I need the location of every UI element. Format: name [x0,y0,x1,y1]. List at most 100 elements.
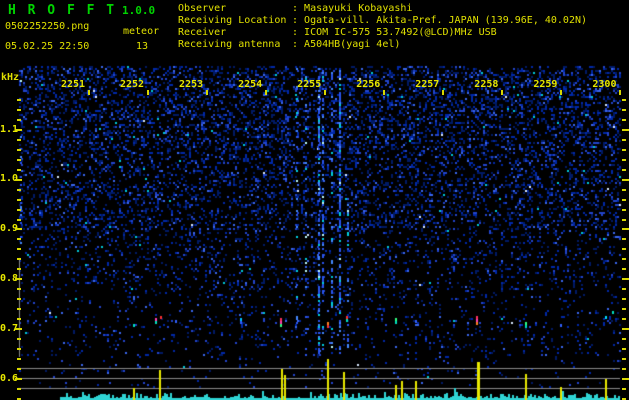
time-minute-tick [383,90,386,95]
info-label: Receiving antenna [178,39,281,50]
freq-tick-right [622,397,626,400]
freq-tick-right [622,338,626,341]
freq-tick-left [17,208,21,211]
info-value: A504HB(yagi 4el) [304,39,401,50]
freq-tick-left [17,348,21,350]
freq-tick-right [622,268,626,271]
freq-tick-left [15,228,22,231]
info-separator: : [292,27,305,38]
freq-tick-left [17,138,21,141]
freq-tick-right [622,357,626,360]
freq-label: 0.6 [0,372,19,384]
freq-unit-label: kHz [1,72,20,83]
freq-tick-right [622,168,626,171]
meteor-count: 13 [136,41,149,52]
freq-tick-right [622,138,626,141]
freq-tick-left [17,108,21,111]
freq-tick-left [17,288,21,291]
freq-tick-left [17,397,21,400]
station-info-row: Receiving antenna: A504HB(yagi 4el) [178,39,587,51]
time-minute-tick [619,90,622,95]
freq-tick-right [622,238,626,241]
datetime: 05.02.25 22:50 [5,41,90,52]
freq-tick-left [17,308,21,311]
station-info-row: Receiving Location: Ogata-vill. Akita-Pr… [178,15,587,27]
time-minute-tick [560,90,563,95]
freq-tick-right [622,258,626,261]
freq-tick-right [622,377,629,380]
freq-tick-left [17,168,21,171]
freq-tick-right [622,198,626,201]
freq-tick-right [622,218,626,221]
info-value: Masayuki Kobayashi [304,3,413,14]
info-separator: : [292,39,305,50]
freq-tick-right [622,328,629,331]
freq-tick-left [17,248,21,251]
freq-tick-right [622,99,626,101]
freq-tick-right [622,208,626,211]
filename: 0502252250.png [5,21,90,32]
freq-tick-left [17,188,21,191]
time-label: 2259 [533,79,558,90]
freq-tick-right [622,288,626,291]
hrofft-window: H R O F F T 1.0.0 0502252250.png meteor … [0,0,629,400]
freq-tick-right [622,348,626,350]
freq-tick-left [17,218,21,221]
freq-tick-left [15,278,22,281]
freq-tick-left [15,178,22,181]
time-minute-tick [501,90,504,95]
freq-tick-left [17,338,21,341]
freq-tick-left [15,128,22,131]
time-minute-tick [265,90,268,95]
freq-tick-right [622,248,626,251]
freq-tick-right [622,387,626,390]
freq-label: 1.1 [0,123,19,135]
time-minute-tick [442,90,445,95]
freq-tick-right [622,367,626,370]
freq-tick-left [17,367,21,370]
freq-tick-left [17,158,21,161]
time-label: 2257 [415,79,440,90]
freq-tick-right [622,228,629,231]
app-title: H R O F F T [8,3,117,18]
freq-tick-left [17,258,21,261]
freq-tick-left [17,99,21,101]
freq-label: 0.9 [0,223,19,235]
time-label: 2252 [120,79,145,90]
info-label: Receiving Location [178,15,287,26]
freq-tick-right [622,108,626,111]
station-info: Observer: Masayuki Kobayashi Receiving Lo… [178,3,587,51]
mode-label: meteor [123,26,160,37]
freq-tick-right [622,318,626,321]
time-minute-tick [206,90,209,95]
freq-tick-left [17,298,21,301]
time-minute-tick [324,90,327,95]
freq-tick-right [622,188,626,191]
info-label: Receiver [178,27,227,38]
freq-tick-left [17,318,21,321]
time-label: 2256 [356,79,381,90]
freq-tick-right [622,178,629,181]
freq-tick-right [622,308,626,311]
info-value: ICOM IC-575 53.7492(@LCD)MHz USB [304,27,497,38]
time-label: 2251 [60,79,86,90]
time-label: 2253 [179,79,204,90]
time-label: 2255 [297,79,322,90]
freq-tick-left [17,118,21,121]
freq-tick-right [622,278,629,281]
freq-label: 0.7 [0,322,19,334]
time-label: 2258 [474,79,499,90]
station-info-row: Observer: Masayuki Kobayashi [178,3,587,15]
freq-tick-left [17,268,21,271]
spectrogram-canvas [0,0,629,400]
freq-tick-left [15,328,22,331]
info-separator: : [292,15,305,26]
freq-tick-right [622,128,629,131]
freq-tick-right [622,298,626,301]
freq-tick-left [17,148,21,151]
info-separator: : [292,3,305,14]
app-version: 1.0.0 [122,4,156,17]
freq-label: 0.8 [0,272,19,284]
info-label: Observer [178,3,227,14]
freq-tick-right [622,118,626,121]
